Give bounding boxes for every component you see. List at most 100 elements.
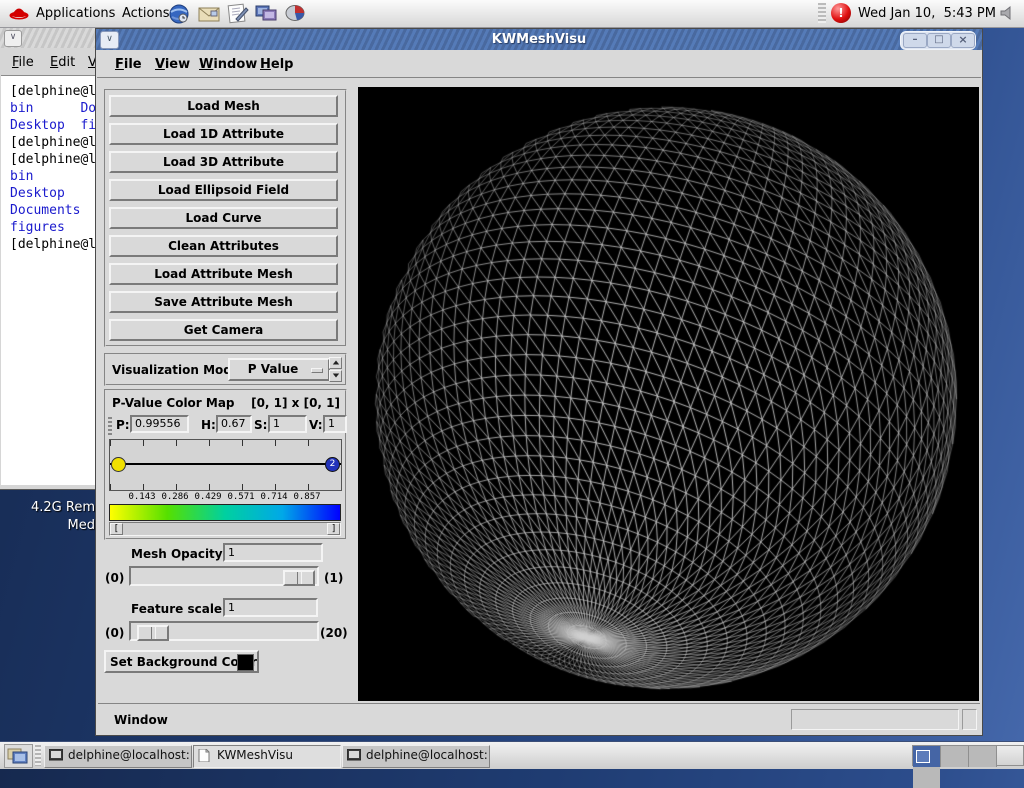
terminal-line: [delphine@l: [10, 152, 96, 169]
workspace-window-outline: [916, 750, 930, 763]
terminal-menubar: File Edit V: [0, 48, 97, 75]
feature-scale-min-label: (0): [105, 626, 124, 640]
colormap-gradient: [109, 504, 341, 521]
kw-titlebar[interactable]: ∨ KWMeshVisu – □ ×: [96, 29, 982, 50]
v-field-input[interactable]: 1: [323, 415, 347, 433]
terminal-line: Documents: [10, 203, 96, 220]
visualization-mode-spinner: [329, 357, 342, 381]
volume-icon[interactable]: [998, 4, 1016, 26]
visualization-mode-label: Visualization Mode:: [112, 363, 245, 377]
load-ellipsoid-field-button[interactable]: Load Ellipsoid Field: [109, 179, 338, 201]
terminal-line: bin Do: [10, 101, 96, 118]
colormap-grip[interactable]: [108, 417, 112, 435]
maximize-button[interactable]: □: [927, 33, 951, 48]
clean-attributes-button[interactable]: Clean Attributes: [109, 235, 338, 257]
set-background-color-button[interactable]: Set Background Color: [104, 650, 259, 673]
visualization-mode-frame: Visualization Mode: P Value: [104, 353, 347, 386]
task-terminal-1[interactable]: delphine@localhost:~: [44, 745, 192, 768]
feature-scale-slider-handle[interactable]: [137, 625, 169, 641]
workspace-2[interactable]: [941, 746, 969, 767]
mesh-opacity-slider-handle[interactable]: [283, 570, 315, 586]
range-left-handle[interactable]: [: [110, 523, 123, 535]
feature-scale-input[interactable]: 1: [223, 598, 318, 617]
s-field-input[interactable]: 1: [268, 415, 307, 433]
menu-file[interactable]: File: [115, 57, 142, 72]
menu-window[interactable]: Window: [199, 57, 257, 72]
minimize-button[interactable]: –: [903, 33, 927, 48]
mesh-viewport[interactable]: [358, 87, 979, 701]
desktop-media-icon-label[interactable]: 4.2G Rem Med: [0, 499, 95, 535]
save-attribute-mesh-button[interactable]: Save Attribute Mesh: [109, 291, 338, 313]
dual-screens-icon[interactable]: [254, 3, 278, 28]
v-field-label: V:: [309, 418, 323, 432]
terminal-menu-edit[interactable]: Edit: [50, 55, 75, 70]
workspace-4[interactable]: [913, 767, 940, 788]
terminal-icon: [49, 749, 63, 761]
mesh-opacity-input[interactable]: 1: [223, 543, 323, 562]
menu-help[interactable]: Help: [260, 57, 293, 72]
terminal-line: [delphine@l: [10, 84, 96, 101]
workspace-switcher: [912, 745, 1024, 766]
h-field-label: H:: [201, 418, 216, 432]
load-curve-button[interactable]: Load Curve: [109, 207, 338, 229]
status-resize-grip[interactable]: [962, 709, 977, 730]
terminal-window: ∨ File Edit V [delphine@l bin Do Desktop…: [0, 28, 98, 490]
feature-scale-label: Feature scale:: [131, 602, 227, 616]
close-button[interactable]: ×: [951, 33, 975, 48]
terminal-menu-file[interactable]: File: [12, 55, 34, 70]
spinner-down-button[interactable]: [329, 370, 342, 382]
menu-view[interactable]: View: [155, 57, 190, 72]
colormap-range-scrollbar[interactable]: [ ]: [109, 522, 341, 536]
workspace-1-active[interactable]: [913, 746, 941, 767]
colormap-range-label: [0, 1] x [0, 1]: [251, 396, 340, 410]
status-text: Window: [114, 713, 168, 727]
email-icon[interactable]: [197, 4, 221, 28]
task-kwmeshvisu[interactable]: KWMeshVisu: [193, 745, 341, 768]
terminal-titlebar[interactable]: ∨: [0, 28, 97, 49]
terminal-line: Desktop fi: [10, 118, 96, 135]
p-field-input[interactable]: 0.99556: [130, 415, 189, 433]
load-attribute-mesh-button[interactable]: Load Attribute Mesh: [109, 263, 338, 285]
left-color-node[interactable]: [111, 457, 126, 472]
s-field-label: S:: [254, 418, 267, 432]
terminal-icon: [347, 749, 361, 761]
h-field-input[interactable]: 0.67: [216, 415, 252, 433]
show-desktop-icon[interactable]: [4, 744, 33, 768]
right-color-node[interactable]: 2: [325, 457, 340, 472]
visualization-mode-dropdown[interactable]: P Value: [228, 358, 330, 381]
text-editor-icon[interactable]: [226, 3, 250, 28]
window-title: KWMeshVisu: [96, 32, 982, 47]
redhat-menu-icon[interactable]: [8, 4, 30, 26]
terminal-output[interactable]: [delphine@l bin Do Desktop fi [delphine@…: [1, 75, 96, 485]
mesh-opacity-max-label: (1): [324, 571, 343, 585]
update-alert-icon[interactable]: !: [831, 3, 851, 23]
mesh-opacity-min-label: (0): [105, 571, 124, 585]
kwmeshvisu-window: ∨ KWMeshVisu – □ × File View Window Help…: [95, 28, 983, 736]
range-right-handle[interactable]: ]: [327, 523, 340, 535]
mesh-opacity-slider[interactable]: [129, 566, 319, 586]
applications-menu[interactable]: Applications: [36, 6, 115, 21]
kw-statusbar: Window: [98, 703, 980, 735]
load-1d-attribute-button[interactable]: Load 1D Attribute: [109, 123, 338, 145]
colormap-title: P-Value Color Map: [112, 396, 235, 410]
feature-scale-slider[interactable]: [129, 621, 319, 641]
workspace-3[interactable]: [969, 746, 997, 767]
system-monitor-icon[interactable]: [283, 3, 307, 28]
load-3d-attribute-button[interactable]: Load 3D Attribute: [109, 151, 338, 173]
load-mesh-button[interactable]: Load Mesh: [109, 95, 338, 117]
actions-menu[interactable]: Actions: [122, 6, 170, 21]
slider-axis-line: [110, 463, 341, 465]
spinner-up-button[interactable]: [329, 357, 342, 369]
action-buttons-frame: Load Mesh Load 1D Attribute Load 3D Attr…: [104, 89, 347, 347]
pvalue-colormap-frame: P-Value Color Map [0, 1] x [0, 1] P: 0.9…: [104, 389, 347, 540]
terminal-line: Desktop: [10, 186, 96, 203]
taskbar-drag-handle[interactable]: [35, 745, 41, 766]
panel-drag-handle[interactable]: [818, 3, 826, 23]
window-menu-icon[interactable]: ∨: [4, 30, 22, 47]
web-browser-icon[interactable]: [168, 3, 190, 29]
taskbar: delphine@localhost:~ KWMeshVisu delphine…: [0, 741, 1024, 769]
clock[interactable]: Wed Jan 10, 5:43 PM: [858, 6, 996, 21]
get-camera-button[interactable]: Get Camera: [109, 319, 338, 341]
colormap-node-slider[interactable]: 2: [109, 439, 342, 491]
task-terminal-2[interactable]: delphine@localhost:~: [342, 745, 490, 768]
